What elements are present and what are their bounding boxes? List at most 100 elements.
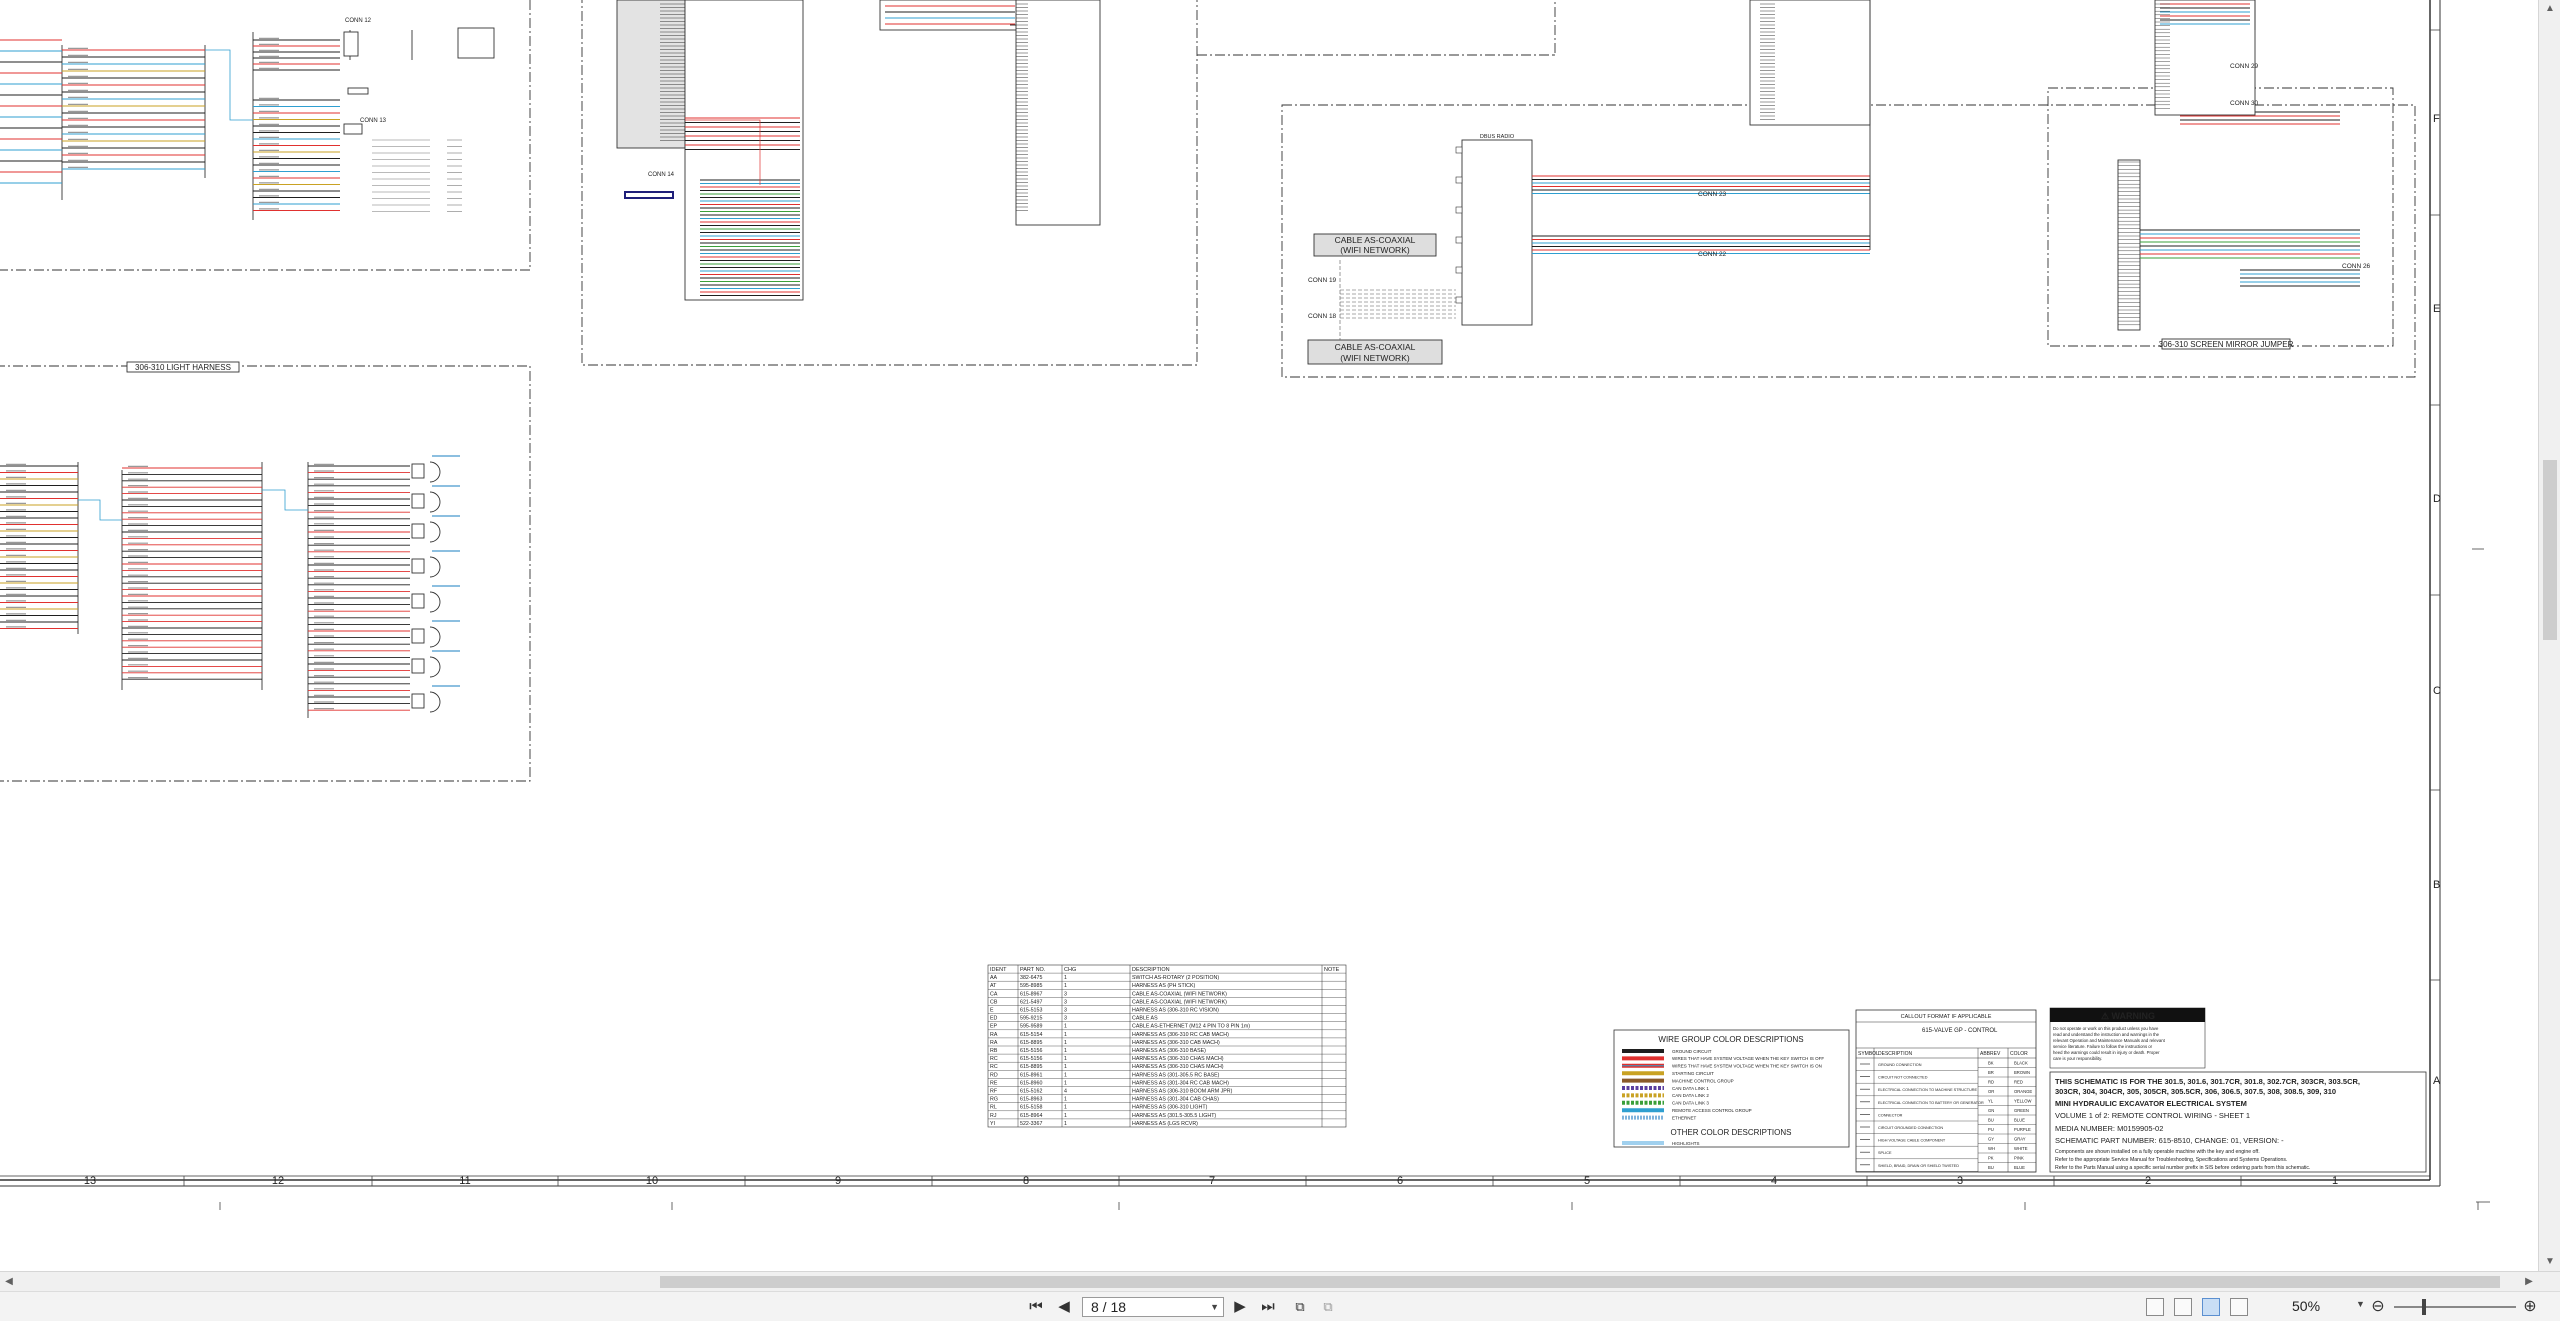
- table-cell: RJ: [990, 1113, 997, 1119]
- lamp-icon: [429, 626, 441, 648]
- column-number: 8: [1023, 1175, 1029, 1187]
- row-letter: C: [2433, 685, 2441, 697]
- lamp-icon: [429, 556, 441, 578]
- svg-text:CONN 18: CONN 18: [1308, 313, 1337, 320]
- last-page-icon[interactable]: ⏭: [1258, 1297, 1278, 1317]
- svg-text:CABLE AS-COAXIAL: CABLE AS-COAXIAL: [1335, 342, 1416, 352]
- zoom-out-icon[interactable]: ⊖: [2368, 1297, 2388, 1317]
- table-cell: 615-8961: [1020, 1072, 1042, 1078]
- horizontal-scroll-thumb[interactable]: [660, 1276, 2500, 1288]
- first-page-icon[interactable]: ⏮: [1026, 1297, 1046, 1317]
- zoom-slider-thumb[interactable]: [2422, 1299, 2426, 1315]
- row-letter: A: [2433, 1075, 2441, 1087]
- color-name: BLUE: [2014, 1118, 2025, 1123]
- screen-mirror-region: 306-310 SCREEN MIRROR JUMPER CONN 29 CON…: [2047, 0, 2394, 350]
- column-number: 6: [1397, 1175, 1403, 1187]
- table-cell: RA: [990, 1032, 998, 1038]
- vertical-scrollbar[interactable]: ▲ ▼: [2538, 0, 2560, 1271]
- table-cell: 615-8963: [1020, 1097, 1042, 1103]
- table-cell: CABLE AS: [1132, 1016, 1158, 1022]
- screen-mirror-label: 306-310 SCREEN MIRROR JUMPER: [2159, 340, 2294, 349]
- table-header: ABBREV: [1980, 1051, 2001, 1057]
- table-cell: RG: [990, 1097, 998, 1103]
- table-header: DESCRIPTION: [1132, 967, 1170, 973]
- svg-text:CALLOUT FORMAT IF APPLICABLE: CALLOUT FORMAT IF APPLICABLE: [1901, 1014, 1992, 1020]
- table-cell: 382-6475: [1020, 975, 1042, 981]
- color-name: BLACK: [2014, 1061, 2028, 1066]
- color-abbrev: RD: [1988, 1080, 1994, 1085]
- svg-text:THIS SCHEMATIC IS FOR THE 301.: THIS SCHEMATIC IS FOR THE 301.5, 301.6, …: [2055, 1077, 2360, 1086]
- facing-continuous-view-icon[interactable]: [2230, 1298, 2248, 1316]
- table-cell: 1: [1064, 1097, 1067, 1103]
- table-cell: 615-5154: [1020, 1032, 1042, 1038]
- svg-text:615-VALVE GP - CONTROL: 615-VALVE GP - CONTROL: [1922, 1028, 1998, 1034]
- table-header: COLOR: [2010, 1051, 2028, 1057]
- legend-label: MACHINE CONTROL GROUP: [1672, 1078, 1734, 1083]
- symbol-description: CONNECTOR: [1878, 1113, 1903, 1117]
- horizontal-scrollbar[interactable]: ◀ ▶: [0, 1271, 2560, 1291]
- lamp-connector: [411, 628, 425, 644]
- table-cell: 1: [1064, 1121, 1067, 1127]
- color-abbrev: WH: [1988, 1146, 1995, 1151]
- scroll-right-icon[interactable]: ▶: [2520, 1272, 2538, 1292]
- next-view-icon[interactable]: ⧉: [1318, 1297, 1338, 1317]
- table-cell: CB: [990, 999, 998, 1005]
- legend-label: CAN DATA LINK 3: [1672, 1101, 1709, 1106]
- previous-view-icon[interactable]: ⧉: [1290, 1297, 1310, 1317]
- svg-text:Refer to the Parts Manual usin: Refer to the Parts Manual using a specif…: [2055, 1165, 2310, 1171]
- svg-text:CONN 26: CONN 26: [2342, 263, 2371, 270]
- table-cell: 1: [1064, 975, 1067, 981]
- svg-text:MINI HYDRAULIC EXCAVATOR ELECT: MINI HYDRAULIC EXCAVATOR ELECTRICAL SYST…: [2055, 1099, 2247, 1108]
- table-cell: HARNESS AS (301.5-305.5 LIGHT): [1132, 1113, 1216, 1119]
- column-number: 10: [646, 1175, 658, 1187]
- row-letter: D: [2433, 493, 2441, 505]
- svg-text:CONN 29: CONN 29: [2230, 63, 2259, 70]
- table-cell: 615-8964: [1020, 1113, 1042, 1119]
- lamp-icon: [429, 591, 441, 613]
- lamp-icon: [429, 691, 441, 713]
- symbol-description: ELECTRICAL CONNECTION TO MACHINE STRUCTU…: [1878, 1088, 1978, 1092]
- table-cell: YI: [990, 1121, 995, 1127]
- previous-page-icon[interactable]: ◀: [1054, 1297, 1074, 1317]
- warning-text-line: Do not operate or work on this product u…: [2053, 1026, 2159, 1031]
- column-number: 7: [1209, 1175, 1215, 1187]
- document-viewport[interactable]: FEDCBA 13 12 11 10 9 8 7 6 5 4 3 2 1 CON…: [0, 0, 2538, 1271]
- zoom-dropdown-icon[interactable]: ▼: [2356, 1299, 2365, 1309]
- row-letter: F: [2433, 113, 2440, 125]
- svg-text:HIGHLIGHTS: HIGHLIGHTS: [1672, 1141, 1700, 1146]
- symbol-description: GROUND CONNECTION: [1878, 1063, 1922, 1067]
- legend-label: STARTING CIRCUIT: [1672, 1071, 1714, 1076]
- zoom-in-icon[interactable]: ⊕: [2520, 1297, 2540, 1317]
- svg-text:CABLE AS-COAXIAL: CABLE AS-COAXIAL: [1335, 235, 1416, 245]
- single-page-view-icon[interactable]: [2146, 1298, 2164, 1316]
- zoom-level[interactable]: 50%: [2292, 1298, 2320, 1314]
- column-number: 2: [2145, 1175, 2151, 1187]
- light-harness-label: 306-310 LIGHT HARNESS: [135, 363, 231, 372]
- scroll-left-icon[interactable]: ◀: [0, 1272, 18, 1292]
- svg-text:MEDIA NUMBER: M0159905-02: MEDIA NUMBER: M0159905-02: [2055, 1124, 2163, 1133]
- table-cell: HARNESS AS (PH STICK): [1132, 983, 1196, 989]
- facing-view-icon[interactable]: [2202, 1298, 2220, 1316]
- table-cell: 3: [1064, 1008, 1067, 1014]
- table-cell: 1: [1064, 1080, 1067, 1086]
- zoom-slider[interactable]: [2394, 1306, 2516, 1308]
- continuous-view-icon[interactable]: [2174, 1298, 2192, 1316]
- table-cell: CABLE AS-ETHERNET (M12 4 PIN TO 8 PIN 1m…: [1132, 1024, 1250, 1030]
- next-page-icon[interactable]: ▶: [1230, 1297, 1250, 1317]
- legend-label: GROUND CIRCUIT: [1672, 1049, 1712, 1054]
- table-cell: RF: [990, 1089, 998, 1095]
- page-number-value: 8 / 18: [1091, 1299, 1127, 1315]
- lamp-connector: [411, 493, 425, 509]
- chevron-down-icon[interactable]: ▼: [1210, 1298, 1219, 1316]
- page-number-field[interactable]: 8 / 18 ▼: [1082, 1297, 1224, 1317]
- vertical-scroll-thumb[interactable]: [2543, 460, 2557, 640]
- svg-text:303CR, 304, 304CR, 305, 305CR,: 303CR, 304, 304CR, 305, 305CR, 305.5CR, …: [2055, 1087, 2336, 1096]
- table-cell: 1: [1064, 1040, 1067, 1046]
- scroll-down-icon[interactable]: ▼: [2539, 1253, 2560, 1271]
- color-name: GREEN: [2014, 1108, 2029, 1113]
- light-harness: 306-310 LIGHT HARNESS: [0, 361, 531, 782]
- table-cell: CABLE AS-COAXIAL (WIFI NETWORK): [1132, 991, 1227, 997]
- color-abbrev: BK: [1988, 1061, 1994, 1066]
- table-cell: RA: [990, 1040, 998, 1046]
- scroll-up-icon[interactable]: ▲: [2539, 0, 2560, 18]
